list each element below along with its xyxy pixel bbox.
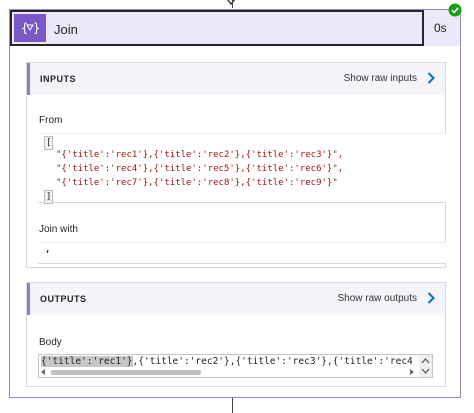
body-label: Body <box>39 337 62 348</box>
chevron-right-icon[interactable] <box>427 72 435 84</box>
curly-braces-function-icon: { } <box>14 14 46 42</box>
outputs-section-title: OUTPUTS <box>40 294 87 304</box>
body-value: {'title':'rec1'},{'title':'rec2'},{'titl… <box>41 356 413 367</box>
body-value-highlight: {'title':'rec1'} <box>41 356 133 367</box>
arrow-down-icon <box>226 0 236 6</box>
join-with-label: Join with <box>39 224 78 235</box>
inputs-section-title: INPUTS <box>40 74 77 84</box>
from-line-3: "{'title':'rec7'},{'title':'rec8'},{'tit… <box>56 178 338 188</box>
show-raw-outputs-link[interactable]: Show raw outputs <box>338 293 418 304</box>
action-card: { } Join 0s INPUTS Show raw inputs From … <box>9 3 462 398</box>
show-raw-inputs-link[interactable]: Show raw inputs <box>344 73 417 84</box>
action-title: Join <box>54 22 78 37</box>
body-value-box[interactable]: {'title':'rec1'},{'title':'rec2'},{'titl… <box>38 354 433 378</box>
from-open-bracket: [ <box>44 136 54 150</box>
scroll-left-arrow[interactable] <box>41 369 45 375</box>
action-duration: 0s <box>434 21 447 35</box>
chevron-right-icon[interactable] <box>427 292 435 304</box>
svg-text:}: } <box>33 21 40 35</box>
flow-connector-bottom <box>232 398 233 413</box>
action-header-title-bar[interactable]: { } Join <box>10 10 424 46</box>
vertical-scrollbar[interactable] <box>419 355 432 377</box>
from-label: From <box>39 115 63 126</box>
outputs-section: OUTPUTS Show raw outputs Body {'title':'… <box>26 282 446 387</box>
join-with-value-box: , <box>38 242 446 264</box>
inputs-section-header[interactable]: INPUTS Show raw inputs <box>27 63 445 95</box>
join-with-value: , <box>45 245 51 255</box>
svg-text:{: { <box>21 21 28 35</box>
inputs-section: INPUTS Show raw inputs From [ "{'title':… <box>26 62 446 268</box>
outputs-section-header[interactable]: OUTPUTS Show raw outputs <box>27 283 445 315</box>
scroll-up-down-icon[interactable] <box>419 355 432 377</box>
from-close-bracket: ] <box>44 190 54 204</box>
horizontal-scrollbar-thumb[interactable] <box>51 370 201 375</box>
from-line-2: "{'title':'rec4'},{'title':'rec5'},{'tit… <box>56 164 344 174</box>
action-header[interactable]: { } Join 0s <box>10 10 460 46</box>
body-value-rest: ,{'title':'rec2'},{'title':'rec3'},{'tit… <box>132 356 413 367</box>
success-check-icon <box>448 3 462 17</box>
from-value-box: [ "{'title':'rec1'},{'title':'rec2'},{'t… <box>38 133 446 204</box>
scroll-right-arrow[interactable] <box>410 369 414 375</box>
from-line-1: "{'title':'rec1'},{'title':'rec2'},{'tit… <box>56 150 344 160</box>
